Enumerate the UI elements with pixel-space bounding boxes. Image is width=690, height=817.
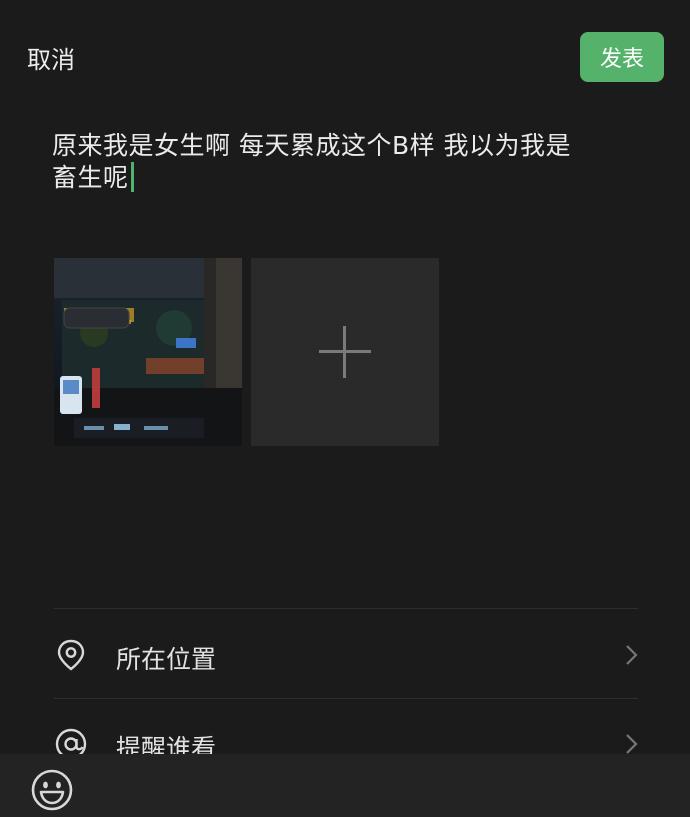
location-row[interactable]: 所在位置 bbox=[54, 614, 638, 694]
chevron-right-icon bbox=[626, 734, 638, 754]
add-photo-button[interactable] bbox=[251, 258, 439, 446]
post-text-line-1: 原来我是女生啊 每天累成这个B样 我以为我是 bbox=[52, 131, 572, 160]
text-caret bbox=[130, 162, 134, 192]
divider bbox=[54, 698, 638, 699]
post-text-input[interactable]: 原来我是女生啊 每天累成这个B样 我以为我是 畜生呢 bbox=[52, 130, 642, 194]
post-text-line-2: 畜生呢 bbox=[52, 163, 129, 192]
publish-button[interactable]: 发表 bbox=[580, 32, 664, 82]
location-pin-icon bbox=[57, 639, 85, 671]
cancel-button[interactable]: 取消 bbox=[27, 40, 75, 75]
location-label: 所在位置 bbox=[116, 645, 217, 674]
photo-thumbnail[interactable] bbox=[54, 258, 242, 446]
plus-icon-vertical bbox=[343, 326, 346, 378]
smiley-icon[interactable] bbox=[30, 768, 74, 812]
bottom-toolbar bbox=[0, 754, 690, 817]
car-interior-night-photo bbox=[54, 258, 242, 446]
divider bbox=[54, 608, 638, 609]
chevron-right-icon bbox=[626, 645, 638, 665]
